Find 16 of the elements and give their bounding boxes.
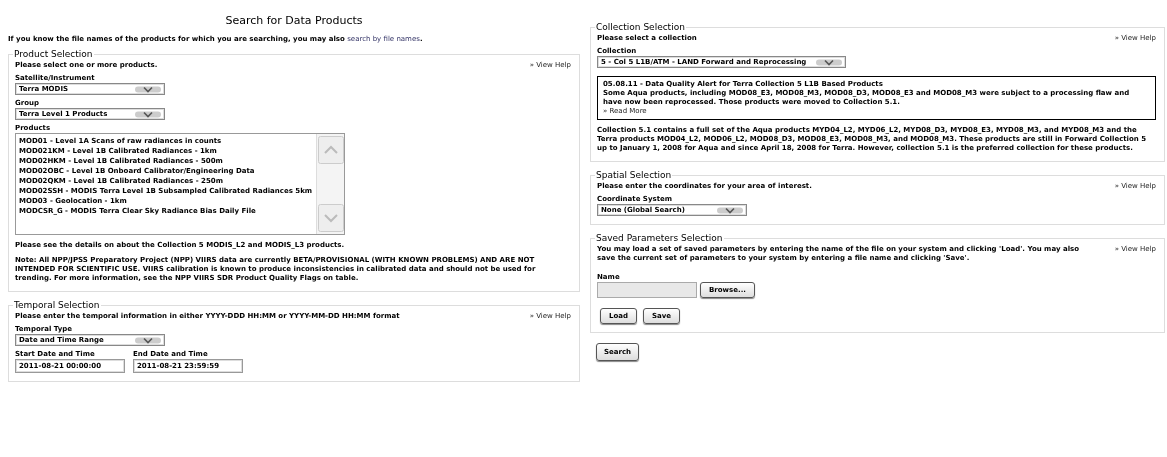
file-field[interactable] [597, 282, 697, 298]
page-title: Search for Data Products [224, 14, 364, 27]
scrollbar[interactable] [316, 134, 344, 234]
chevron-down-icon [135, 110, 161, 118]
scroll-up-icon[interactable] [318, 136, 344, 164]
product-listbox[interactable] [15, 133, 345, 235]
section-title: Product Selection [13, 49, 94, 59]
chevron-down-icon [135, 85, 161, 93]
chevron-down-icon [135, 336, 161, 344]
scroll-down-icon[interactable] [318, 204, 344, 232]
section-title: Spatial Selection [595, 170, 673, 180]
section-title: Temporal Selection [13, 300, 101, 310]
section-title: Collection Selection [595, 22, 686, 32]
section-title: Saved Parameters Selection [595, 233, 724, 243]
chevron-down-icon [717, 206, 743, 214]
chevron-down-icon [816, 58, 843, 66]
